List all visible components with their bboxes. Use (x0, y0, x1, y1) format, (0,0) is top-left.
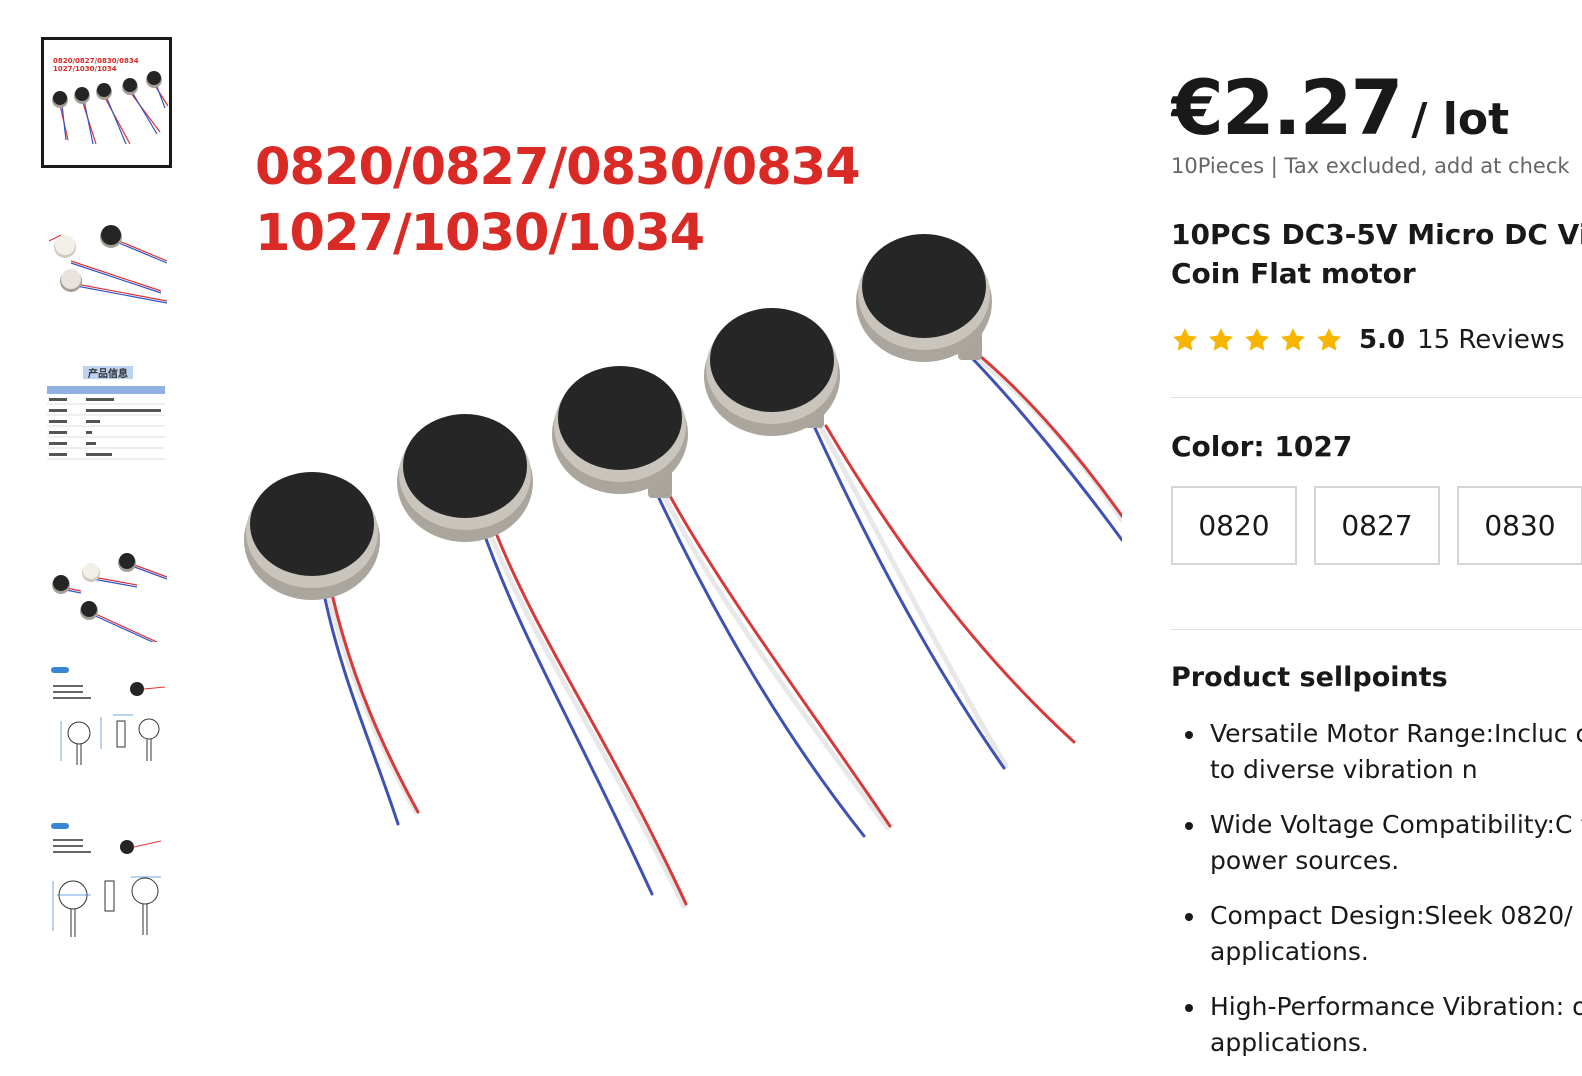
tax-note: 10Pieces | Tax excluded, add at check (1171, 154, 1570, 178)
product-info-panel: €2.27/ lot 10Pieces | Tax excluded, add … (1171, 0, 1582, 1076)
thumb3-heading: 产品信息 (88, 367, 128, 380)
sellpoints-title: Product sellpoints (1171, 662, 1448, 693)
sellpoints-list: Versatile Motor Range:Incluc catering to… (1171, 716, 1582, 1076)
product-title: 10PCS DC3-5V Micro DC Vib Phone Coin Fla… (1171, 218, 1582, 290)
star-icon (1173, 328, 1197, 351)
rating-score: 5.0 (1359, 325, 1406, 355)
rating-row: 5.0 15 Reviews (1171, 325, 1565, 355)
color-option-0830[interactable]: 0830 (1457, 486, 1582, 565)
color-options: 0820 0827 0830 (1171, 486, 1582, 565)
thumb1-title-line2: 1027/1030/1034 (53, 65, 117, 73)
divider (1171, 629, 1582, 630)
thumbnail-4[interactable] (41, 511, 172, 642)
color-option-0820[interactable]: 0820 (1171, 486, 1297, 565)
sellpoint-item: Wide Voltage Compatibility:C various pow… (1171, 807, 1582, 879)
star-rating (1171, 326, 1343, 354)
thumbnail-5[interactable] (41, 665, 172, 796)
star-icon (1209, 328, 1233, 351)
thumbnail-2[interactable] (41, 201, 172, 332)
star-icon (1281, 328, 1305, 351)
sellpoint-item: Versatile Motor Range:Incluc catering to… (1171, 716, 1582, 788)
sellpoint-item: High-Performance Vibration: other applic… (1171, 989, 1582, 1061)
reviews-link[interactable]: 15 Reviews (1417, 325, 1565, 355)
sellpoint-item: Compact Design:Sleek 0820/ applications. (1171, 898, 1582, 970)
main-product-image (244, 234, 1122, 909)
thumb1-title-line1: 0820/0827/0830/0834 (53, 57, 139, 65)
star-icon (1245, 328, 1269, 351)
price: €2.27 (1171, 63, 1403, 152)
price-row: €2.27/ lot (1171, 63, 1509, 152)
color-label: Color: 1027 (1171, 430, 1353, 463)
price-unit: / lot (1411, 94, 1510, 145)
thumbnail-3[interactable]: 产品信息 (41, 356, 172, 487)
divider (1171, 397, 1582, 398)
color-option-0827[interactable]: 0827 (1314, 486, 1440, 565)
thumbnail-6[interactable] (41, 819, 172, 950)
thumbnail-1[interactable]: 0820/0827/0830/0834 1027/1030/1034 (41, 37, 172, 168)
star-icon (1317, 328, 1341, 351)
